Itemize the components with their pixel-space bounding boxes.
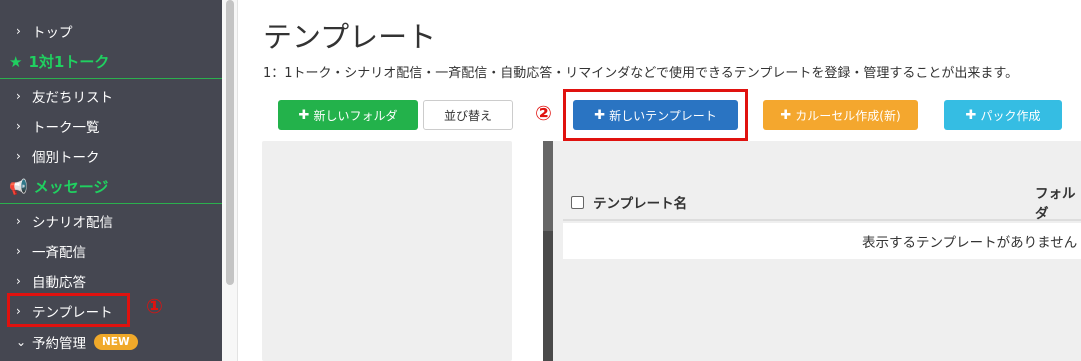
panel-scrollbar-thumb[interactable]	[543, 141, 553, 231]
table-header: テンプレート名 フォルダ	[563, 182, 1081, 222]
button-label: 新しいフォルダ	[313, 108, 398, 123]
plus-icon: ✚	[594, 107, 606, 123]
chevron-right-icon: ›	[16, 274, 21, 288]
sidebar-item-top[interactable]: › トップ	[0, 16, 222, 46]
sidebar-item-label: 友だちリスト	[32, 90, 113, 106]
button-label: 並び替え	[443, 108, 492, 123]
sidebar-item-label: シナリオ配信	[32, 215, 113, 231]
plus-icon: ✚	[780, 107, 792, 123]
sidebar-section-label: メッセージ	[33, 178, 109, 196]
sidebar-item-friends-list[interactable]: › 友だちリスト	[0, 81, 222, 111]
sidebar-item-label: 個別トーク	[32, 150, 100, 166]
chevron-right-icon: ›	[16, 89, 21, 103]
sort-button[interactable]: 並び替え	[423, 100, 513, 130]
new-folder-button[interactable]: ✚ 新しいフォルダ	[278, 100, 418, 130]
create-carousel-button[interactable]: ✚ カルーセル作成(新)	[763, 100, 918, 130]
sidebar-item-talk-list[interactable]: › トーク一覧	[0, 111, 222, 141]
page-description: 1：1トーク・シナリオ配信・一斉配信・自動応答・リマインダなどで使用できるテンプ…	[263, 66, 1019, 81]
button-label: 新しいテンプレート	[609, 108, 717, 123]
chevron-right-icon: ›	[16, 149, 21, 163]
chevron-right-icon: ›	[16, 24, 21, 38]
sidebar-item-individual-talk[interactable]: › 個別トーク	[0, 141, 222, 171]
new-template-button[interactable]: ✚ 新しいテンプレート	[573, 100, 738, 130]
step1-marker: ①	[146, 294, 163, 318]
chevron-right-icon: ›	[16, 244, 21, 258]
sidebar-section-message: 📢 メッセージ	[0, 170, 222, 204]
megaphone-icon: 📢	[9, 177, 28, 196]
step2-marker: ②	[535, 101, 552, 125]
highlight-box-step1	[7, 293, 130, 327]
page-title: テンプレート	[263, 20, 437, 54]
chevron-down-icon: ⌄	[16, 335, 27, 349]
create-pack-button[interactable]: ✚ パック作成	[944, 100, 1062, 130]
folder-panel	[262, 141, 512, 361]
sidebar-section-talk: ★ 1対1トーク	[0, 45, 222, 79]
select-all-checkbox[interactable]	[571, 195, 584, 209]
column-header-template-name[interactable]: テンプレート名	[593, 192, 687, 212]
button-label: カルーセル作成(新)	[795, 108, 901, 123]
sidebar-item-broadcast[interactable]: › 一斉配信	[0, 236, 222, 266]
plus-icon: ✚	[298, 107, 310, 123]
button-label: パック作成	[980, 108, 1041, 123]
sidebar-item-scenario[interactable]: › シナリオ配信	[0, 206, 222, 236]
sidebar-item-label: 自動応答	[32, 275, 86, 291]
new-badge: NEW	[94, 334, 138, 350]
sidebar-section-label: 1対1トーク	[28, 53, 110, 71]
empty-table-message: 表示するテンプレートがありません	[563, 223, 1081, 259]
plus-icon: ✚	[965, 107, 977, 123]
sidebar-item-label: 一斉配信	[32, 245, 86, 261]
star-icon: ★	[9, 52, 23, 71]
sidebar-item-label: 予約管理	[32, 336, 86, 352]
column-header-folder[interactable]: フォルダ	[1035, 182, 1081, 222]
sidebar-item-label: トップ	[32, 25, 73, 41]
sidebar-item-auto-reply[interactable]: › 自動応答	[0, 266, 222, 296]
chevron-right-icon: ›	[16, 119, 21, 133]
sidebar-item-label: トーク一覧	[32, 120, 100, 136]
sidebar-item-reservation[interactable]: ⌄ 予約管理 NEW	[0, 327, 222, 357]
sidebar-scrollbar-thumb[interactable]	[226, 0, 234, 285]
chevron-right-icon: ›	[16, 214, 21, 228]
